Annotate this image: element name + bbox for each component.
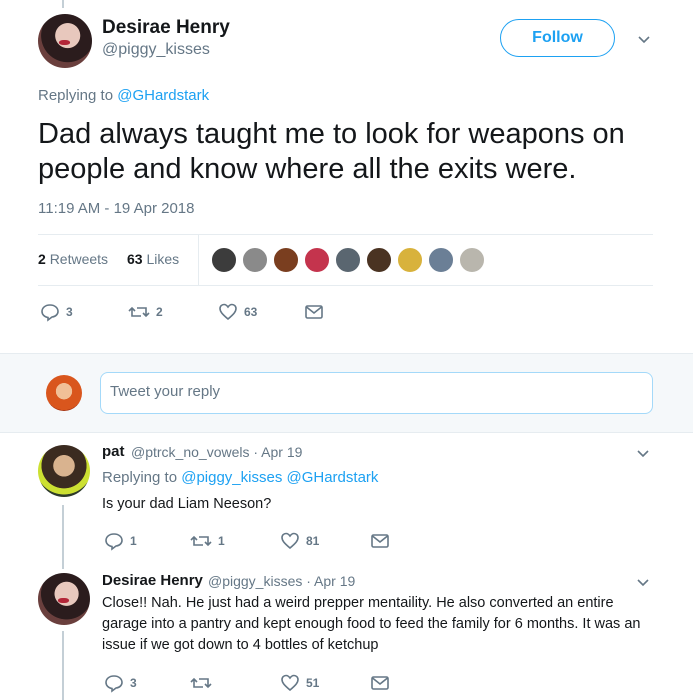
like-action[interactable]: 51 [280, 673, 319, 693]
like-action[interactable]: 81 [280, 531, 319, 551]
compose-area: Tweet your reply [0, 353, 693, 433]
chevron-down-icon[interactable] [637, 32, 651, 46]
retweets-label: Retweets [49, 251, 109, 267]
retweet-icon [190, 535, 212, 547]
reply-action[interactable]: 3 [40, 302, 73, 322]
divider [198, 235, 199, 286]
replying-to: Replying to @GHardstark [38, 87, 209, 104]
message-action[interactable] [370, 531, 390, 551]
reply-count: 1 [130, 534, 137, 548]
avatar[interactable] [38, 14, 92, 68]
retweets-stat[interactable]: 2 Retweets [38, 251, 108, 267]
avatar[interactable] [38, 445, 90, 497]
liker-avatar[interactable] [427, 246, 455, 274]
stats-bar: 2 Retweets 63 Likes [38, 234, 653, 286]
message-action[interactable] [370, 673, 390, 693]
reply-count: 3 [66, 305, 73, 319]
retweet-action[interactable] [190, 673, 218, 693]
message-icon [305, 305, 323, 319]
liker-avatar[interactable] [272, 246, 300, 274]
chevron-down-icon[interactable] [636, 446, 650, 460]
liker-avatar[interactable] [334, 246, 362, 274]
heart-icon [281, 674, 299, 692]
tweet-text: Is your dad Liam Neeson? [102, 496, 272, 512]
avatar [46, 375, 82, 411]
author-name[interactable]: Desirae Henry [102, 572, 203, 589]
mention-link[interactable]: @GHardstark [117, 87, 209, 104]
author-name[interactable]: pat [102, 443, 125, 460]
replying-prefix: Replying to [38, 87, 114, 104]
tweet-actions: 3 51 [104, 673, 394, 693]
liker-avatar[interactable] [396, 246, 424, 274]
follow-button[interactable]: Follow [500, 19, 615, 57]
liker-avatar[interactable] [303, 246, 331, 274]
tweet-actions: 1 1 81 [104, 531, 394, 551]
replying-to: Replying to @piggy_kisses @GHardstark [102, 469, 378, 486]
likes-count: 63 [127, 251, 143, 267]
likes-label: Likes [146, 251, 180, 267]
like-count: 63 [244, 305, 258, 319]
reply-tweet[interactable]: Desirae Henry @piggy_kisses · Apr 19 Clo… [0, 563, 693, 700]
main-tweet: Desirae Henry @piggy_kisses Follow Reply… [0, 0, 693, 355]
reply-tweet[interactable]: pat @ptrck_no_vowels · Apr 19 Replying t… [0, 433, 693, 569]
reply-action[interactable]: 1 [104, 531, 137, 551]
author-meta[interactable]: @ptrck_no_vowels · Apr 19 [131, 444, 302, 460]
author-name[interactable]: Desirae Henry [102, 17, 230, 39]
likes-stat[interactable]: 63 Likes [127, 251, 179, 267]
liker-avatar[interactable] [210, 246, 238, 274]
retweet-action[interactable]: 2 [128, 302, 163, 322]
reply-icon [105, 675, 123, 693]
message-icon [371, 676, 389, 690]
author-handle[interactable]: @piggy_kisses [102, 41, 210, 59]
avatar[interactable] [38, 573, 90, 625]
reply-input[interactable]: Tweet your reply [100, 372, 653, 414]
reply-icon [41, 304, 59, 322]
retweet-action[interactable]: 1 [190, 531, 225, 551]
reply-icon [105, 533, 123, 551]
thread-line [62, 505, 64, 569]
like-count: 51 [306, 676, 320, 690]
thread-line [62, 631, 64, 700]
retweets-count: 2 [38, 251, 46, 267]
message-action[interactable] [304, 302, 324, 322]
reply-count: 3 [130, 676, 137, 690]
liker-avatar[interactable] [365, 246, 393, 274]
like-action[interactable]: 63 [218, 302, 257, 322]
retweet-count: 2 [156, 305, 163, 319]
liker-avatar[interactable] [458, 246, 486, 274]
chevron-down-icon[interactable] [636, 575, 650, 589]
tweet-text: Dad always taught me to look for weapons… [38, 118, 625, 185]
mention-link[interactable]: @piggy_kisses @GHardstark [181, 469, 378, 486]
tweet-actions: 3 2 63 [40, 302, 340, 322]
retweet-count: 1 [218, 534, 225, 548]
replying-prefix: Replying to [102, 469, 178, 486]
liker-avatar[interactable] [241, 246, 269, 274]
retweet-icon [190, 677, 212, 689]
message-icon [371, 534, 389, 548]
tweet-text: Close!! Nah. He just had a weird prepper… [102, 595, 641, 653]
like-count: 81 [306, 534, 320, 548]
timestamp[interactable]: 11:19 AM - 19 Apr 2018 [38, 200, 195, 217]
heart-icon [219, 303, 237, 321]
heart-icon [281, 532, 299, 550]
author-meta[interactable]: @piggy_kisses · Apr 19 [208, 573, 355, 589]
reply-action[interactable]: 3 [104, 673, 137, 693]
retweet-icon [128, 306, 150, 318]
